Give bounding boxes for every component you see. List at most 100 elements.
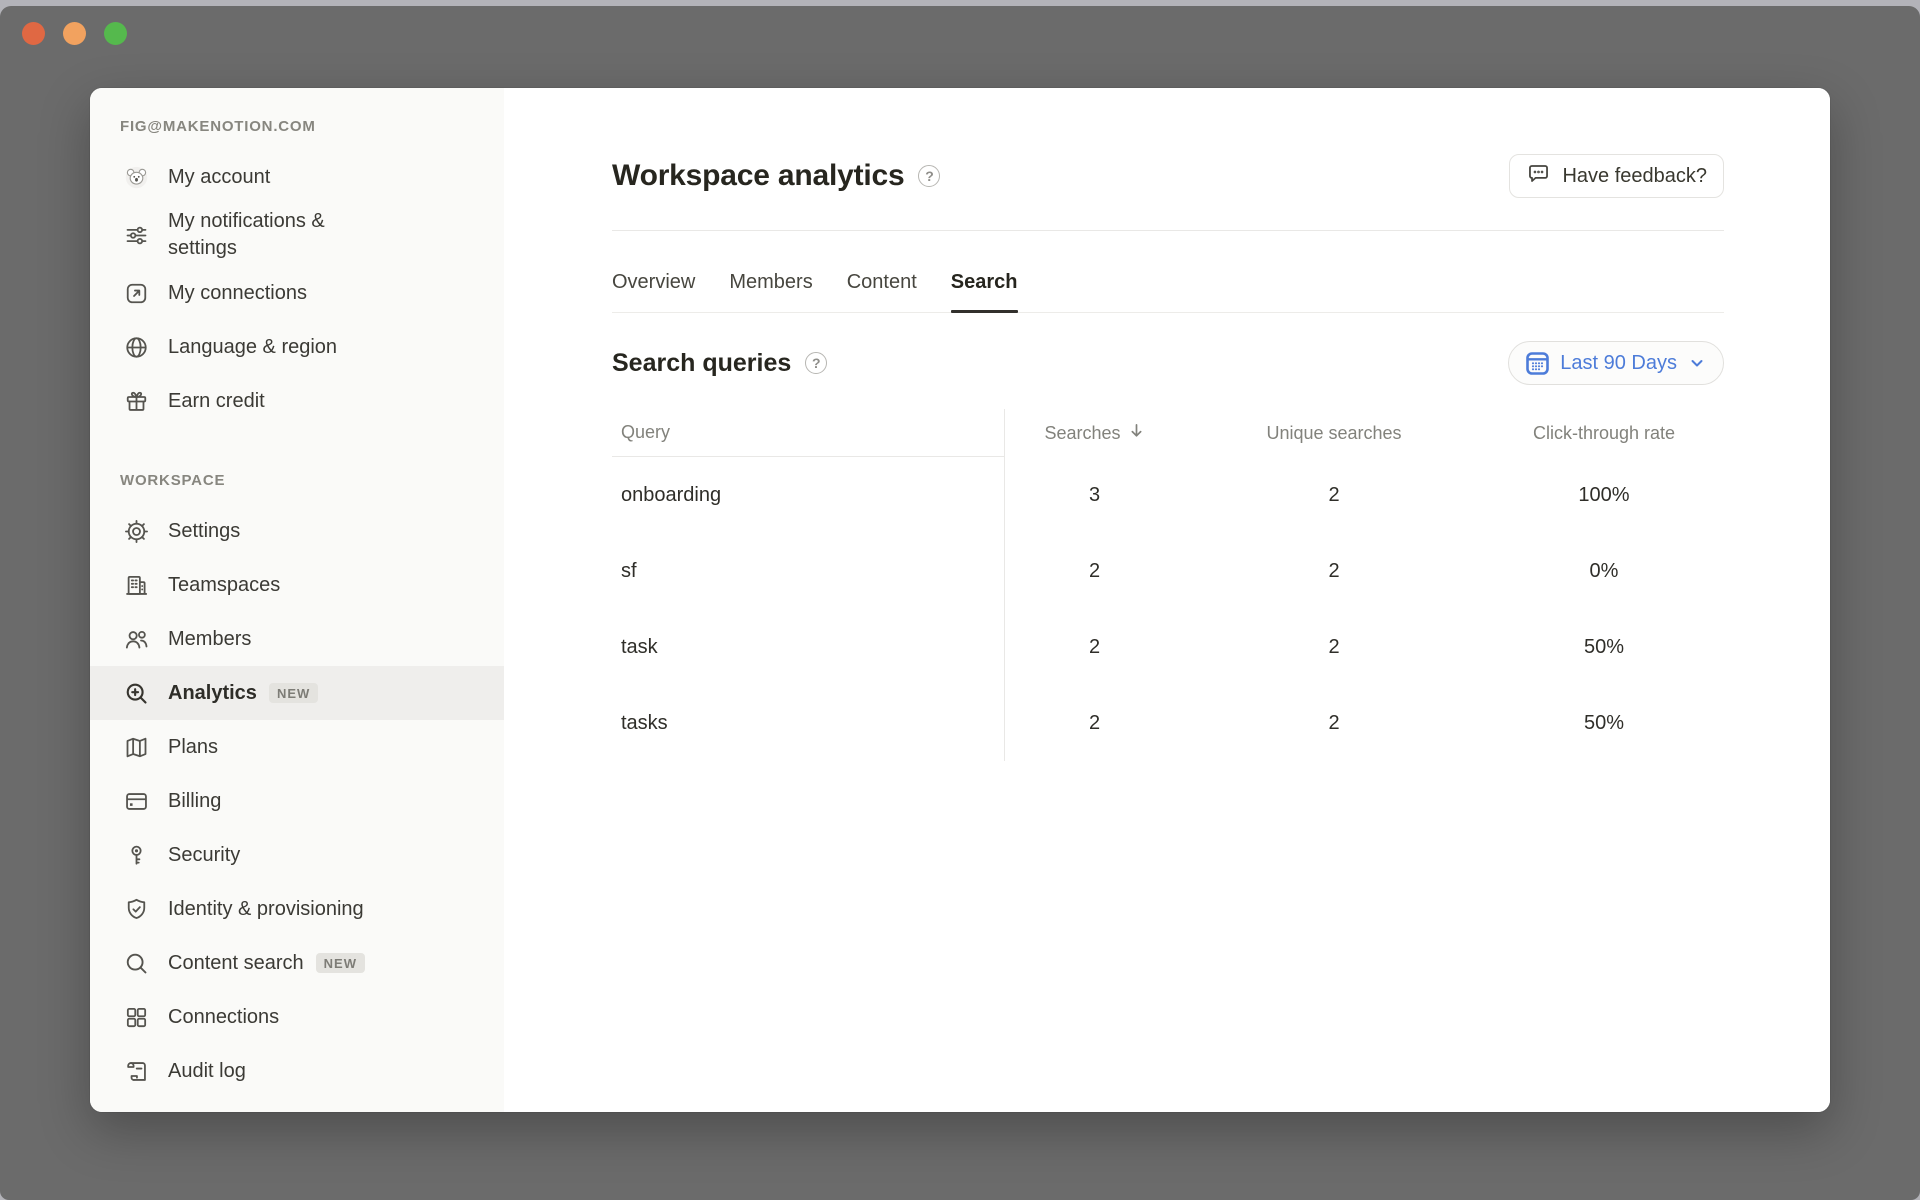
column-header-ctr[interactable]: Click-through rate xyxy=(1484,423,1724,444)
unique-searches-cell: 2 xyxy=(1184,636,1484,659)
shield-check-icon xyxy=(122,895,150,923)
sidebar-item-label: Connections xyxy=(168,1004,279,1031)
sidebar-item-my-connections[interactable]: My connections xyxy=(90,266,504,320)
search-icon xyxy=(122,949,150,977)
have-feedback-label: Have feedback? xyxy=(1562,165,1707,188)
sort-descending-icon xyxy=(1128,422,1145,444)
sidebar-item-label: Plans xyxy=(168,734,218,761)
settings-dialog: FIG@MAKENOTION.COM My account My notific… xyxy=(90,88,1830,1112)
grid-icon xyxy=(122,1003,150,1031)
sliders-icon xyxy=(122,221,150,249)
page-title: Workspace analytics xyxy=(612,159,904,193)
sidebar-item-label: Members xyxy=(168,626,251,653)
ctr-cell: 100% xyxy=(1484,484,1724,507)
external-link-icon xyxy=(122,279,150,307)
new-badge: NEW xyxy=(316,953,365,973)
speech-bubble-icon xyxy=(1526,161,1551,192)
sidebar-item-label: Analytics xyxy=(168,680,257,707)
unique-searches-cell: 2 xyxy=(1184,560,1484,583)
sidebar-item-content-search[interactable]: Content search NEW xyxy=(90,936,504,990)
people-icon xyxy=(122,625,150,653)
table-header-row: Query Searches Unique searches Click-thr… xyxy=(612,409,1724,457)
new-badge: NEW xyxy=(269,683,318,703)
searches-cell: 2 xyxy=(1004,533,1184,609)
building-icon xyxy=(122,571,150,599)
account-section-header: FIG@MAKENOTION.COM xyxy=(90,118,504,138)
app-window: FIG@MAKENOTION.COM My account My notific… xyxy=(0,6,1920,1200)
table-row[interactable]: task 2 2 50% xyxy=(612,609,1724,685)
date-range-label: Last 90 Days xyxy=(1560,352,1677,375)
table-row[interactable]: onboarding 3 2 100% xyxy=(612,457,1724,533)
help-icon[interactable] xyxy=(805,352,827,374)
sidebar-item-language-region[interactable]: Language & region xyxy=(90,320,504,374)
tab-overview[interactable]: Overview xyxy=(612,271,695,312)
sidebar-item-members[interactable]: Members xyxy=(90,612,504,666)
sidebar-item-earn-credit[interactable]: Earn credit xyxy=(90,374,504,428)
query-cell: tasks xyxy=(612,712,1004,735)
gear-icon xyxy=(122,517,150,545)
map-icon xyxy=(122,733,150,761)
query-cell: onboarding xyxy=(612,484,1004,507)
search-queries-table: Query Searches Unique searches Click-thr… xyxy=(612,409,1724,761)
column-header-searches[interactable]: Searches xyxy=(1004,409,1184,457)
unique-searches-cell: 2 xyxy=(1184,484,1484,507)
analytics-tabs: Overview Members Content Search xyxy=(612,231,1724,313)
close-window-button[interactable] xyxy=(22,22,45,45)
sidebar-item-identity-provisioning[interactable]: Identity & provisioning xyxy=(90,882,504,936)
help-icon[interactable] xyxy=(918,165,940,187)
sidebar-item-label: Language & region xyxy=(168,334,337,361)
globe-icon xyxy=(122,333,150,361)
sidebar-item-notifications-settings[interactable]: My notifications & settings xyxy=(90,204,504,266)
column-header-unique-searches[interactable]: Unique searches xyxy=(1184,423,1484,444)
scroll-icon xyxy=(122,1057,150,1085)
have-feedback-button[interactable]: Have feedback? xyxy=(1509,154,1724,198)
tab-members[interactable]: Members xyxy=(729,271,812,312)
searches-cell: 2 xyxy=(1004,685,1184,761)
zoom-plus-icon xyxy=(122,679,150,707)
ctr-cell: 50% xyxy=(1484,712,1724,735)
sidebar-item-label: Teamspaces xyxy=(168,572,280,599)
ctr-cell: 0% xyxy=(1484,560,1724,583)
date-range-dropdown[interactable]: Last 90 Days xyxy=(1508,341,1724,385)
sidebar-item-label: Settings xyxy=(168,518,240,545)
tab-search[interactable]: Search xyxy=(951,271,1018,312)
sidebar-item-label: Earn credit xyxy=(168,388,265,415)
sidebar-item-my-account[interactable]: My account xyxy=(90,150,504,204)
sidebar-item-connections[interactable]: Connections xyxy=(90,990,504,1044)
avatar xyxy=(122,163,150,191)
section-title: Search queries xyxy=(612,349,791,378)
sidebar-item-label: Security xyxy=(168,842,240,869)
sidebar-item-plans[interactable]: Plans xyxy=(90,720,504,774)
sidebar-item-settings[interactable]: Settings xyxy=(90,504,504,558)
chevron-down-icon xyxy=(1688,354,1706,372)
tab-content[interactable]: Content xyxy=(847,271,917,312)
sidebar-item-label: My notifications & settings xyxy=(168,208,373,262)
column-header-query[interactable]: Query xyxy=(612,409,1004,457)
gift-icon xyxy=(122,387,150,415)
analytics-panel: Workspace analytics Have feedback? Overv… xyxy=(504,88,1830,1112)
zoom-window-button[interactable] xyxy=(104,22,127,45)
sidebar-item-label: My connections xyxy=(168,280,307,307)
calendar-icon xyxy=(1526,352,1549,375)
sidebar-item-security[interactable]: Security xyxy=(90,828,504,882)
searches-cell: 2 xyxy=(1004,609,1184,685)
query-cell: sf xyxy=(612,560,1004,583)
credit-card-icon xyxy=(122,787,150,815)
unique-searches-cell: 2 xyxy=(1184,712,1484,735)
sidebar-item-teamspaces[interactable]: Teamspaces xyxy=(90,558,504,612)
sidebar-item-label: Content search xyxy=(168,950,304,977)
sidebar-item-billing[interactable]: Billing xyxy=(90,774,504,828)
sidebar-item-label: Billing xyxy=(168,788,221,815)
query-cell: task xyxy=(612,636,1004,659)
table-row[interactable]: tasks 2 2 50% xyxy=(612,685,1724,761)
sidebar-item-label: Identity & provisioning xyxy=(168,896,364,923)
sidebar-item-audit-log[interactable]: Audit log xyxy=(90,1044,504,1098)
sidebar-item-label: Audit log xyxy=(168,1058,246,1085)
ctr-cell: 50% xyxy=(1484,636,1724,659)
searches-cell: 3 xyxy=(1004,457,1184,533)
sidebar-item-analytics[interactable]: Analytics NEW xyxy=(90,666,504,720)
window-controls xyxy=(22,22,127,45)
sidebar-item-label: My account xyxy=(168,164,270,191)
minimize-window-button[interactable] xyxy=(63,22,86,45)
table-row[interactable]: sf 2 2 0% xyxy=(612,533,1724,609)
